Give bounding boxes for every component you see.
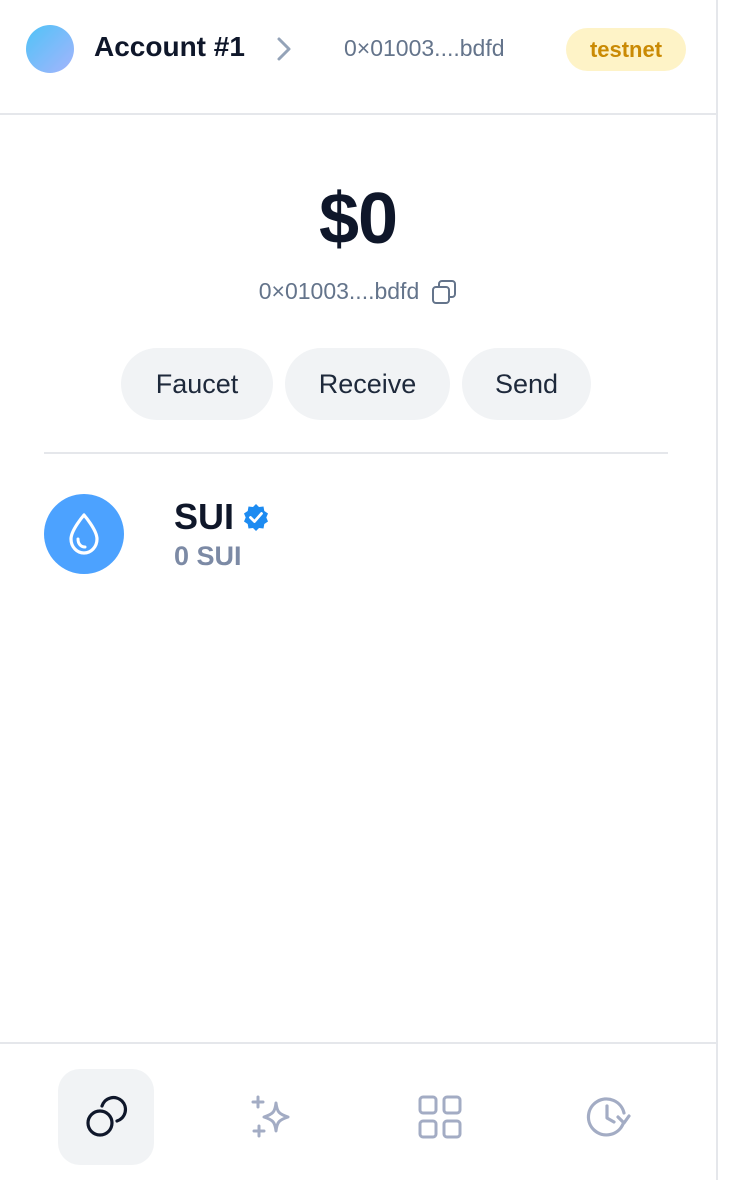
nav-apps[interactable]: [392, 1069, 488, 1165]
total-balance: $0: [318, 179, 398, 259]
token-symbol: SUI: [174, 496, 235, 537]
verified-badge-icon: [244, 504, 268, 531]
section-divider: [44, 452, 668, 454]
header-address[interactable]: 0×01003....bdfd: [344, 35, 505, 62]
account-header: Account #1 0×01003....bdfd testnet: [0, 0, 716, 115]
receive-button[interactable]: Receive: [285, 348, 450, 420]
account-name[interactable]: Account #1: [94, 31, 245, 63]
nav-tokens[interactable]: [58, 1069, 154, 1165]
network-badge: testnet: [566, 28, 686, 71]
token-row[interactable]: SUI 0 SUI: [44, 494, 668, 576]
token-amount: 0 SUI: [174, 541, 242, 571]
nav-discover[interactable]: [224, 1069, 320, 1165]
nav-activity[interactable]: [559, 1069, 655, 1165]
copy-icon[interactable]: [431, 279, 457, 305]
send-button[interactable]: Send: [462, 348, 591, 420]
sparkle-icon: [251, 1095, 290, 1138]
chevron-right-icon[interactable]: [272, 34, 296, 64]
coins-icon: [86, 1095, 128, 1137]
action-buttons: Faucet Receive Send: [121, 348, 591, 420]
wallet-app: Account #1 0×01003....bdfd testnet $0 0×…: [0, 0, 718, 1180]
sui-drop-icon: [44, 494, 124, 574]
address-copy-row[interactable]: 0×01003....bdfd: [0, 278, 716, 305]
wallet-address: 0×01003....bdfd: [258, 278, 420, 304]
bottom-nav: [0, 1042, 716, 1182]
history-clock-icon: [586, 1097, 631, 1137]
faucet-button[interactable]: Faucet: [121, 348, 273, 420]
account-avatar[interactable]: [26, 25, 74, 73]
apps-grid-icon: [418, 1095, 462, 1139]
